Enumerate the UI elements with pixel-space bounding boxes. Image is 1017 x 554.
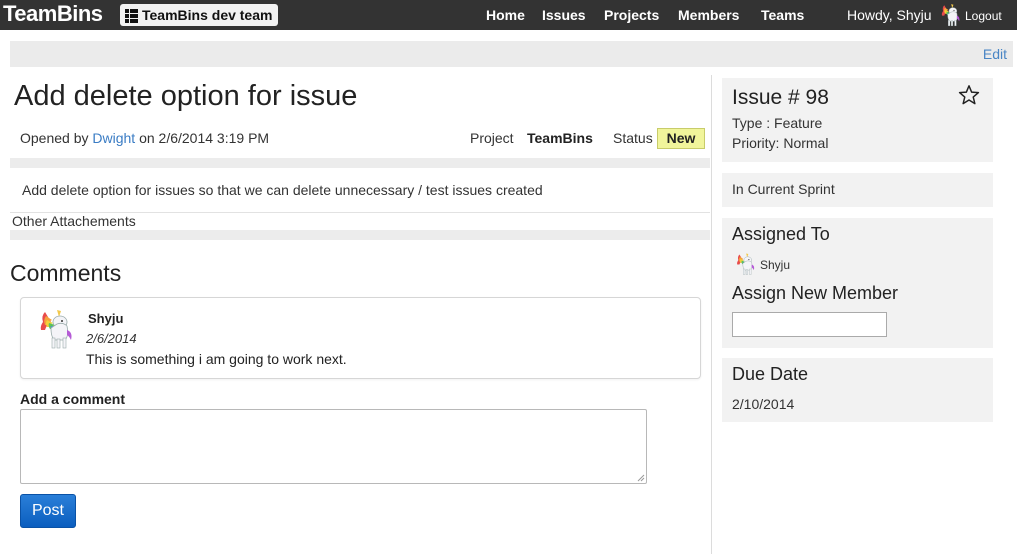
brand-logo[interactable]: TeamBins	[3, 1, 103, 27]
issue-priority: Priority: Normal	[732, 135, 829, 151]
sprint-status: In Current Sprint	[732, 181, 835, 197]
comments-heading: Comments	[10, 260, 122, 286]
sprint-card: In Current Sprint	[722, 173, 993, 207]
nav-home[interactable]: Home	[486, 7, 525, 23]
opened-by-label: Opened by	[20, 130, 89, 146]
team-selector[interactable]: TeamBins dev team	[120, 4, 279, 26]
assign-new-member-heading: Assign New Member	[732, 283, 899, 303]
comment-textarea[interactable]	[20, 409, 647, 484]
project-name: TeamBins	[527, 130, 593, 146]
comment-text: This is something i am going to work nex…	[86, 351, 347, 367]
commenter-avatar-icon	[37, 308, 73, 350]
nav-projects[interactable]: Projects	[604, 7, 659, 23]
assignee-name[interactable]: Shyju	[760, 258, 790, 272]
action-bar: Edit	[10, 41, 1013, 67]
nav-teams[interactable]: Teams	[761, 7, 804, 23]
assign-member-input[interactable]	[732, 312, 887, 337]
comment-author: Shyju	[88, 311, 124, 326]
column-divider	[711, 75, 712, 554]
top-navbar: TeamBins TeamBins dev team Home Issues P…	[0, 0, 1017, 30]
star-icon[interactable]	[958, 84, 980, 106]
attachments-label: Other Attachements	[12, 213, 136, 229]
opened-date: on 2/6/2014 3:19 PM	[139, 130, 270, 146]
list-icon	[125, 9, 138, 23]
comment-item: Shyju 2/6/2014 This is something i am go…	[20, 297, 701, 379]
resize-grip-icon[interactable]	[636, 473, 645, 482]
project-label: Project	[470, 130, 514, 146]
issue-title: Add delete option for issue	[14, 80, 358, 112]
issue-type: Type : Feature	[732, 115, 823, 131]
status-badge: New	[657, 128, 705, 149]
due-date-heading: Due Date	[732, 364, 809, 384]
issue-number: Issue # 98	[732, 86, 829, 109]
author-link[interactable]: Dwight	[92, 130, 135, 146]
divider	[10, 230, 710, 240]
due-date-card: Due Date 2/10/2014	[722, 358, 993, 422]
due-date-value[interactable]: 2/10/2014	[732, 396, 794, 412]
user-greeting: Howdy, Shyju	[847, 7, 932, 23]
nav-issues[interactable]: Issues	[542, 7, 586, 23]
post-button[interactable]: Post	[20, 494, 76, 528]
edit-link[interactable]: Edit	[983, 46, 1007, 62]
status-label: Status	[613, 130, 653, 146]
assignee-avatar-icon	[735, 252, 755, 276]
divider	[10, 158, 710, 168]
user-avatar-icon	[938, 3, 962, 27]
issue-description: Add delete option for issues so that we …	[22, 182, 543, 198]
logout-link[interactable]: Logout	[965, 9, 1002, 23]
nav-members[interactable]: Members	[678, 7, 739, 23]
assigned-to-heading: Assigned To	[732, 224, 830, 244]
comment-date: 2/6/2014	[86, 331, 137, 346]
issue-meta: Opened by Dwight on 2/6/2014 3:19 PM	[20, 130, 269, 146]
issue-summary-card: Issue # 98 Type : Feature Priority: Norm…	[722, 78, 993, 162]
assignment-card: Assigned To Shyju Assign New Member	[722, 218, 993, 348]
team-selector-label: TeamBins dev team	[142, 7, 273, 23]
add-comment-label: Add a comment	[20, 391, 126, 407]
